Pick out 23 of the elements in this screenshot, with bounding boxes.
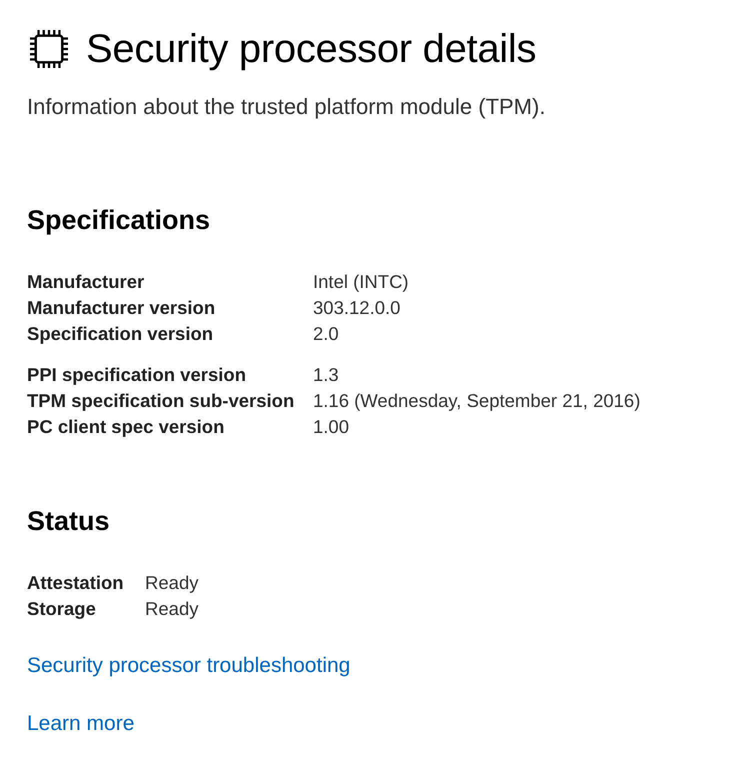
spec-value: 1.3 — [313, 363, 339, 387]
section-heading: Status — [27, 505, 111, 538]
page-description: Information about the trusted platform module (TPM). — [27, 93, 546, 121]
spec-value: 1.00 — [313, 415, 350, 439]
link[interactable]: Learn more — [27, 710, 134, 738]
spec-value: 2.0 — [313, 322, 339, 346]
spec-label: PPI specification version — [27, 363, 247, 387]
link[interactable]: Security processor troubleshooting — [27, 652, 350, 680]
spec-label: Manufacturer — [27, 270, 146, 294]
status-label: Attestation — [27, 571, 125, 595]
page-title: Security processor details — [86, 27, 536, 71]
spec-label: TPM specification sub-version — [27, 389, 296, 413]
spec-value: Intel (INTC) — [313, 270, 409, 294]
spec-value: 1.16 (Wednesday, September 21, 2016) — [313, 389, 640, 413]
status-label: Storage — [27, 597, 97, 621]
section-heading: Specifications — [27, 204, 212, 237]
spec-label: Specification version — [27, 322, 214, 346]
spec-label: PC client spec version — [27, 415, 226, 439]
chip-icon — [30, 30, 68, 68]
spec-value: 303.12.0.0 — [313, 296, 400, 320]
status-value: Ready — [145, 571, 198, 595]
spec-label: Manufacturer version — [27, 296, 216, 320]
status-value: Ready — [145, 597, 198, 621]
